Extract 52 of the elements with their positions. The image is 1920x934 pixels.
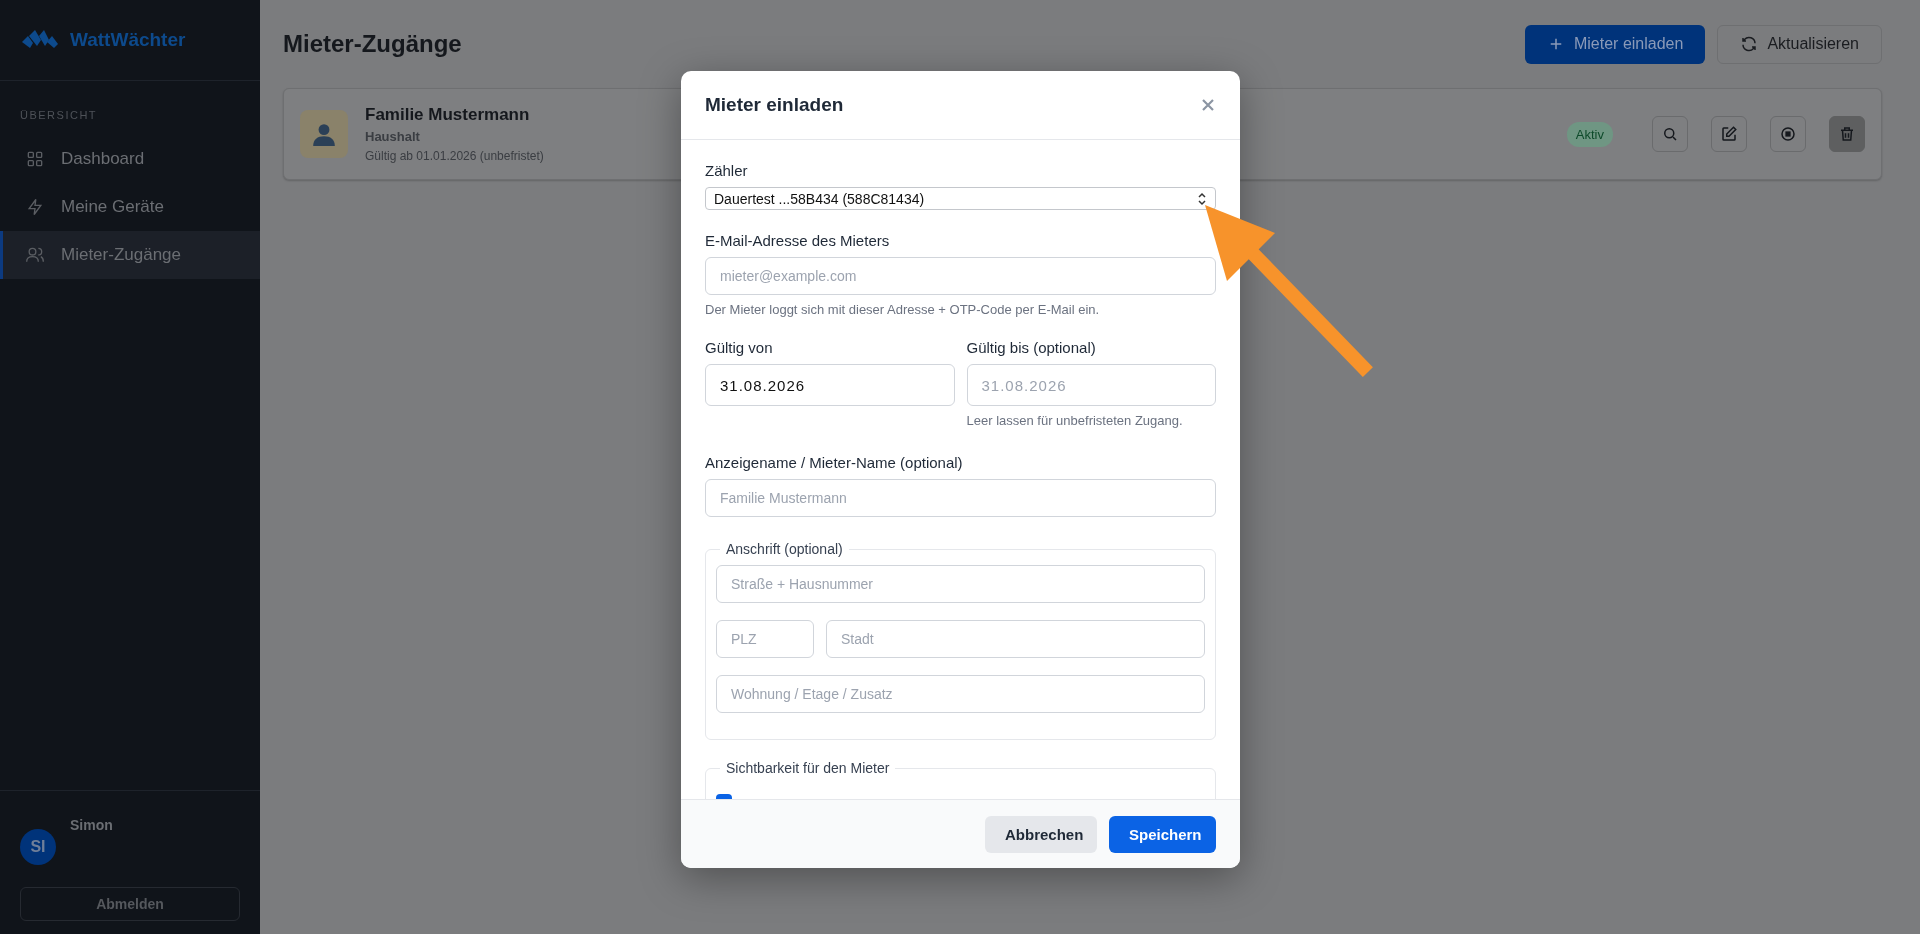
tenant-validity: Gültig ab 01.01.2026 (unbefristet) bbox=[365, 149, 545, 163]
trash-icon bbox=[1838, 125, 1856, 143]
email-field[interactable]: mieter@example.com bbox=[705, 257, 1216, 295]
apartment-field[interactable]: Wohnung / Etage / Zusatz bbox=[716, 675, 1205, 713]
city-field[interactable]: Stadt bbox=[826, 620, 1205, 658]
grid-icon bbox=[25, 149, 45, 169]
tenant-name: Familie Mustermann bbox=[365, 105, 531, 125]
field-hint: Der Mieter loggt sich mit dieser Adresse + OTP-Code per E-Mail ein. bbox=[705, 302, 1101, 317]
status-badge: Aktiv bbox=[1566, 121, 1613, 147]
refresh-button[interactable]: Aktualisieren bbox=[1717, 24, 1882, 64]
date-field[interactable]: 31.08.2026 bbox=[705, 364, 955, 406]
edit-button[interactable] bbox=[1711, 116, 1747, 152]
field-label: Gültig von bbox=[705, 339, 774, 356]
user-icon bbox=[300, 110, 348, 158]
zip-field[interactable]: PLZ bbox=[716, 620, 814, 658]
sidebar-item[interactable]: Dashboard bbox=[0, 135, 260, 183]
group-legend: Sichtbarkeit für den Mieter bbox=[720, 760, 896, 776]
group-legend: Anschrift (optional) bbox=[720, 541, 849, 557]
edit-icon bbox=[1720, 125, 1738, 143]
logo-icon bbox=[22, 30, 58, 50]
cancel-button[interactable]: Abbrechen bbox=[985, 815, 1097, 853]
name-field[interactable]: Familie Mustermann bbox=[705, 479, 1216, 517]
date-field[interactable]: 31.08.2026 bbox=[966, 364, 1216, 406]
lightning-icon bbox=[25, 197, 45, 217]
invite-button[interactable]: Mieter einladen bbox=[1525, 24, 1706, 64]
view-button[interactable] bbox=[1652, 116, 1688, 152]
field-hint: Leer lassen für unbefristeten Zugang. bbox=[966, 413, 1184, 428]
chevron-icon bbox=[1197, 191, 1207, 206]
section-heading: ÜBERSICHT bbox=[19, 108, 99, 123]
refresh-icon bbox=[1740, 35, 1759, 53]
field-label: Anzeigename / Mieter-Name (optional) bbox=[705, 454, 964, 471]
tenant-type: Haushalt bbox=[365, 129, 421, 144]
logout-button[interactable]: Abmelden bbox=[20, 887, 240, 921]
users-icon bbox=[25, 245, 45, 265]
street-field[interactable]: Straße + Hausnummer bbox=[716, 565, 1205, 603]
field-label: Gültig bis (optional) bbox=[966, 339, 1097, 356]
app-name: WattWächter bbox=[70, 29, 186, 51]
page-title: Mieter-Zugänge bbox=[283, 30, 463, 58]
user-avatar: SI bbox=[20, 829, 56, 865]
delete-button[interactable] bbox=[1829, 116, 1865, 152]
sidebar-item[interactable]: Mieter-Zugänge bbox=[0, 231, 260, 279]
meter-select[interactable]: Dauertest ...58B434 (588C81434) bbox=[705, 187, 1216, 210]
user-name: Simon bbox=[70, 817, 113, 835]
field-label: Zähler bbox=[705, 162, 749, 179]
field-label: E-Mail-Adresse des Mieters bbox=[705, 232, 891, 249]
sidebar-item[interactable]: Meine Geräte bbox=[0, 183, 260, 231]
dialog-title: Mieter einladen bbox=[705, 94, 845, 116]
stop-icon bbox=[1779, 125, 1797, 143]
search-icon bbox=[1661, 125, 1679, 143]
save-button[interactable]: Speichern bbox=[1109, 815, 1216, 853]
stop-button[interactable] bbox=[1770, 116, 1806, 152]
close-icon[interactable] bbox=[1200, 97, 1216, 113]
